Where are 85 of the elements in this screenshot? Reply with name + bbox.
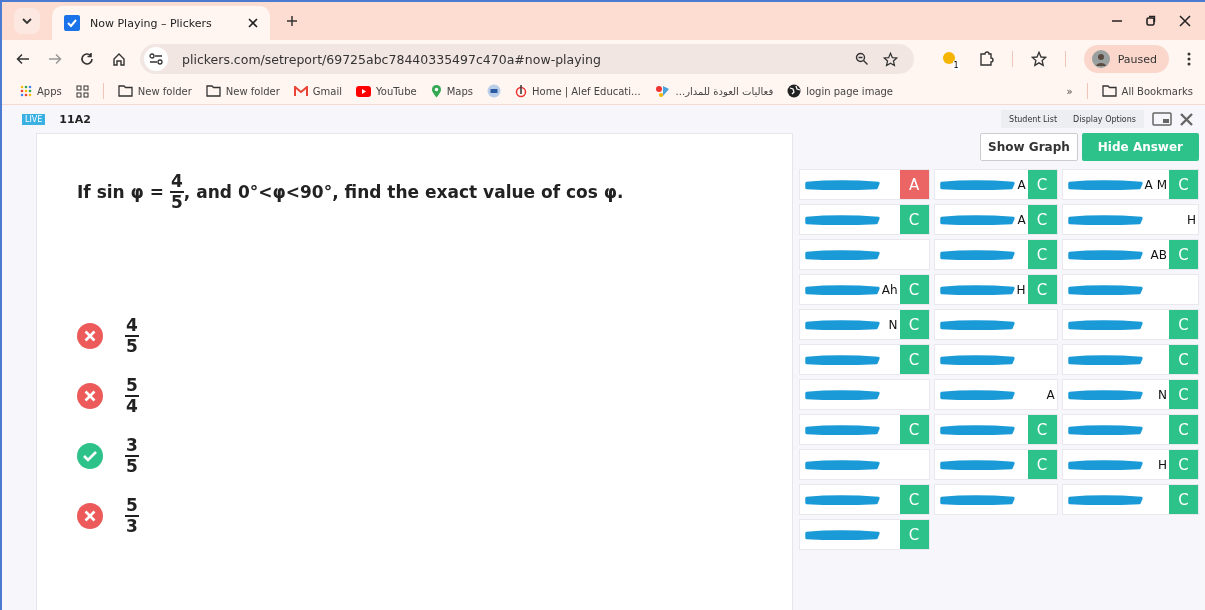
browser-tab[interactable]: Now Playing – Plickers [52,6,270,40]
answer-letter: C [899,275,929,304]
name-fragment: AB [1150,247,1168,262]
new-tab-icon[interactable] [286,15,298,27]
answer-choice: 5 4 [125,376,139,416]
folder-icon [205,85,221,97]
home-icon[interactable] [112,52,126,66]
answer-letter: C [1169,380,1198,409]
bookmark[interactable]: New folder [117,85,192,97]
name-fragment: H [1157,457,1168,472]
mini-window-icon[interactable] [1152,112,1172,126]
mail-icon [293,85,308,97]
play-icon [356,85,371,97]
bookmark[interactable]: Gmail [293,85,342,97]
menu-icon[interactable] [1187,52,1191,66]
answer-letter: C [1169,450,1198,479]
answer-letter: C [1027,450,1057,479]
chevron-down-icon [21,15,33,27]
name-fragment: H [1016,282,1027,297]
address-bar[interactable]: plickers.com/setreport/69725abc78440335497c470a#now-playing [140,44,914,74]
bookmarks-star-icon[interactable] [1030,51,1047,67]
reload-icon[interactable] [80,52,94,66]
colorful-logo-icon [654,84,671,98]
answer-letter: C [1169,240,1198,269]
name-fragment: A [1017,212,1027,227]
all-bookmarks-button[interactable]: All Bookmarks [1101,85,1193,97]
name-fragment: A M [1144,177,1168,192]
answer-letter: C [899,345,929,374]
puzzle-icon[interactable] [977,51,994,67]
answer-letter: A [899,170,929,199]
name-fragment: A [1017,177,1027,192]
star-icon[interactable] [882,51,898,67]
answer-letter: C [1027,240,1057,269]
close-icon[interactable] [1179,15,1191,27]
avatar-icon [1091,50,1110,68]
bookmark[interactable]: Maps [430,84,473,98]
bookmark[interactable]: YouTube [356,85,417,97]
answer-letter: C [1169,485,1198,514]
back-icon[interactable] [16,52,30,66]
bookmark[interactable]: login page image [787,84,893,98]
answer-choice: 3 5 [125,436,139,476]
apps-grid-icon [20,85,32,97]
folder-icon [117,85,133,97]
bookmark[interactable]: فعاليات العودة للمدار... [654,84,774,98]
map-pin-icon [430,84,442,98]
class-name: 11A2 [59,112,91,126]
live-badge: LIVE [22,113,46,125]
answer-choice: 4 5 [125,316,139,356]
answer-letter: C [899,485,929,514]
globe-icon [787,84,802,98]
profile-button[interactable]: Paused [1083,45,1169,73]
answer-choice: 5 3 [125,496,139,536]
bookmark[interactable]: Apps [20,85,62,97]
name-fragment: N [1158,387,1168,402]
site-info-icon[interactable] [144,47,168,71]
answer-letter: C [1027,275,1057,304]
more-bookmarks-button[interactable]: » [1066,85,1073,97]
alef-logo-icon [515,84,527,98]
answer-letter: C [899,205,929,234]
name-fragment: N [888,317,899,332]
toolbar-button[interactable]: Display Options [1065,110,1144,128]
bookmark[interactable]: Home | Alef Educati... [515,84,641,98]
answer-letter: C [1027,205,1057,234]
close-icon[interactable] [248,18,258,28]
extension-badge: 1 [952,61,960,71]
answer-letter: C [1027,415,1057,444]
answer-letter: C [1027,170,1057,199]
bookmark[interactable]: New folder [205,85,280,97]
restore-icon[interactable] [1145,15,1157,27]
answer-letter: C [1169,345,1198,374]
name-fragment: A [1046,387,1056,402]
answer-letter: C [1169,170,1198,199]
tab-search-button[interactable] [14,8,40,34]
folder-icon [1101,85,1117,97]
name-fragment: Ah [881,282,899,297]
name-fragment: H [1186,212,1197,227]
answer-letter: C [899,415,929,444]
answer-letter: C [1169,310,1198,339]
show-graph-button[interactable]: Show Graph [980,133,1078,161]
answer-letter: C [899,520,929,549]
answer-letter: C [899,310,929,339]
checkbox-icon [64,15,80,31]
zoom-icon[interactable] [854,52,869,66]
toolbar-button[interactable]: Student List [1001,110,1066,128]
answer-letter: C [1169,415,1198,444]
